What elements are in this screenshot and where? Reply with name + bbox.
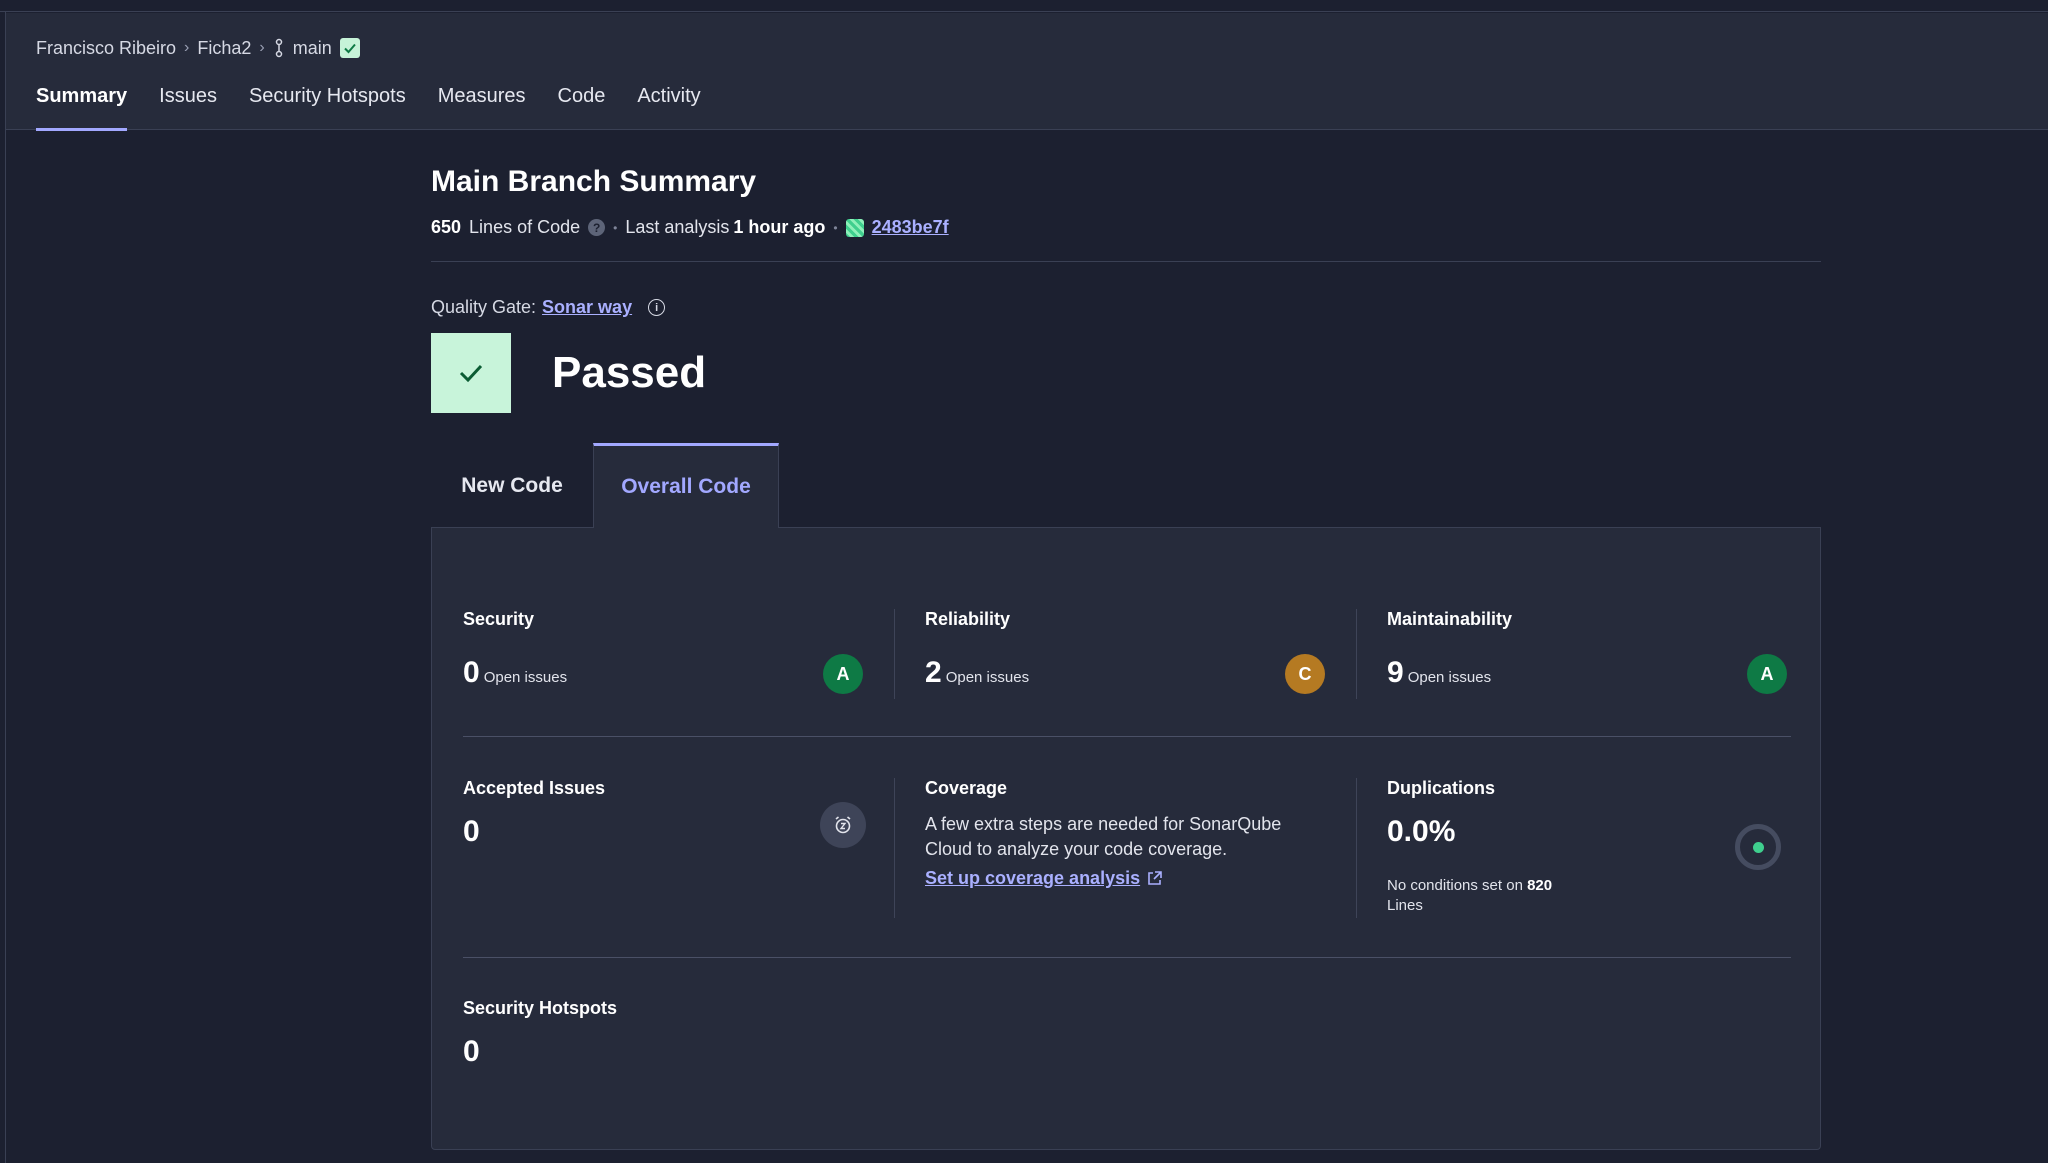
branch-status-check-icon [339, 38, 360, 58]
tab-code[interactable]: Code [558, 83, 606, 130]
duplications-note: No conditions set on 820 Lines [1387, 876, 1587, 916]
last-analysis-value: 1 hour ago [733, 217, 826, 237]
breadcrumb-org[interactable]: Francisco Ribeiro [36, 38, 176, 59]
duplications-label: Duplications [1387, 778, 1496, 798]
duplications-value[interactable]: 0.0% [1387, 815, 1455, 849]
alarm-clock-icon [820, 802, 866, 848]
analysis-meta: 650 Lines of Code ? • Last analysis 1 ho… [431, 217, 949, 238]
reliability-unit: Open issues [945, 669, 1030, 686]
divider [894, 778, 895, 918]
tab-issues[interactable]: Issues [159, 83, 217, 130]
divider [1356, 609, 1357, 699]
maintainability-grade-badge: A [1747, 654, 1787, 694]
maintainability-unit: Open issues [1407, 669, 1492, 686]
tab-new-code[interactable]: New Code [431, 443, 593, 528]
project-header: Francisco Ribeiro › Ficha2 › main Summar… [6, 13, 2048, 131]
quality-gate-status-icon [431, 333, 511, 413]
duplications-indicator-icon [1735, 824, 1781, 870]
divider [1356, 778, 1357, 918]
security-hotspots-label: Security Hotspots [463, 998, 618, 1018]
security-value[interactable]: 0 [463, 656, 480, 690]
setup-coverage-link-label: Set up coverage analysis [925, 868, 1141, 888]
maintainability-value[interactable]: 9 [1387, 656, 1404, 690]
chevron-right-icon: › [259, 39, 265, 56]
page-title: Main Branch Summary [431, 165, 757, 198]
maintainability-label: Maintainability [1387, 609, 1513, 629]
info-icon[interactable]: i [648, 299, 666, 316]
accepted-issues-card[interactable]: Accepted Issues 0 [463, 778, 866, 878]
tab-activity[interactable]: Activity [637, 83, 700, 130]
coverage-card: Coverage A few extra steps are needed fo… [925, 778, 1325, 898]
breadcrumb-branch[interactable]: main [293, 38, 332, 59]
reliability-grade-badge: C [1285, 654, 1325, 694]
branch-icon [275, 38, 282, 58]
security-grade-badge: A [823, 654, 863, 694]
breadcrumb-project[interactable]: Ficha2 [197, 38, 251, 59]
quality-gate-line: Quality Gate: Sonar way i [431, 297, 666, 318]
quality-gate-status: Passed [552, 348, 707, 397]
accepted-issues-label: Accepted Issues [463, 778, 606, 798]
divider [431, 261, 1821, 262]
accepted-issues-value[interactable]: 0 [463, 815, 480, 849]
commit-link[interactable]: 2483be7f [872, 217, 949, 238]
reliability-label: Reliability [925, 609, 1011, 629]
reliability-value[interactable]: 2 [925, 656, 942, 690]
duplications-lines-suffix: Lines [1387, 897, 1423, 914]
tab-overall-code[interactable]: Overall Code [593, 443, 779, 528]
coverage-description: A few extra steps are needed for SonarQu… [925, 814, 1282, 859]
divider [894, 609, 895, 699]
code-scope-tabs: New Code Overall Code [431, 443, 1131, 528]
chevron-right-icon: › [184, 39, 190, 56]
divider [463, 736, 1791, 737]
quality-gate-link[interactable]: Sonar way [542, 297, 632, 318]
breadcrumb: Francisco Ribeiro › Ficha2 › main [36, 36, 360, 60]
security-label: Security [463, 609, 535, 629]
security-card[interactable]: Security 0 Open issues A [463, 609, 863, 694]
help-icon[interactable]: ? [588, 219, 606, 236]
security-hotspots-value[interactable]: 0 [463, 1035, 480, 1069]
reliability-card[interactable]: Reliability 2 Open issues C [925, 609, 1325, 694]
duplications-note-prefix: No conditions set on [1387, 877, 1523, 894]
security-hotspots-card[interactable]: Security Hotspots 0 [463, 998, 863, 1078]
tab-security-hotspots[interactable]: Security Hotspots [249, 83, 406, 130]
lines-of-code-value: 650 [431, 217, 462, 237]
tab-measures[interactable]: Measures [438, 83, 526, 130]
external-link-icon [1148, 871, 1162, 885]
coverage-label: Coverage [925, 778, 1008, 798]
window-top-border [0, 0, 2048, 12]
quality-gate-label: Quality Gate: [431, 297, 537, 317]
metrics-panel: Security 0 Open issues A Reliability 2 O… [431, 527, 1821, 1150]
tab-summary[interactable]: Summary [36, 83, 128, 131]
setup-coverage-link[interactable]: Set up coverage analysis [925, 868, 1163, 889]
security-unit: Open issues [483, 669, 568, 686]
separator-dot: • [833, 220, 838, 235]
separator-dot: • [613, 220, 618, 235]
divider [463, 957, 1791, 958]
commit-avatar-icon [845, 218, 864, 237]
maintainability-card[interactable]: Maintainability 9 Open issues A [1387, 609, 1787, 694]
lines-of-code-label: Lines of Code [469, 217, 581, 237]
duplications-card[interactable]: Duplications 0.0% No conditions set on 8… [1387, 778, 1787, 918]
project-nav-tabs: Summary Issues Security Hotspots Measure… [36, 83, 701, 131]
duplications-lines: 820 [1527, 877, 1553, 894]
last-analysis-label: Last analysis [625, 217, 730, 237]
window-left-border [5, 12, 6, 1163]
